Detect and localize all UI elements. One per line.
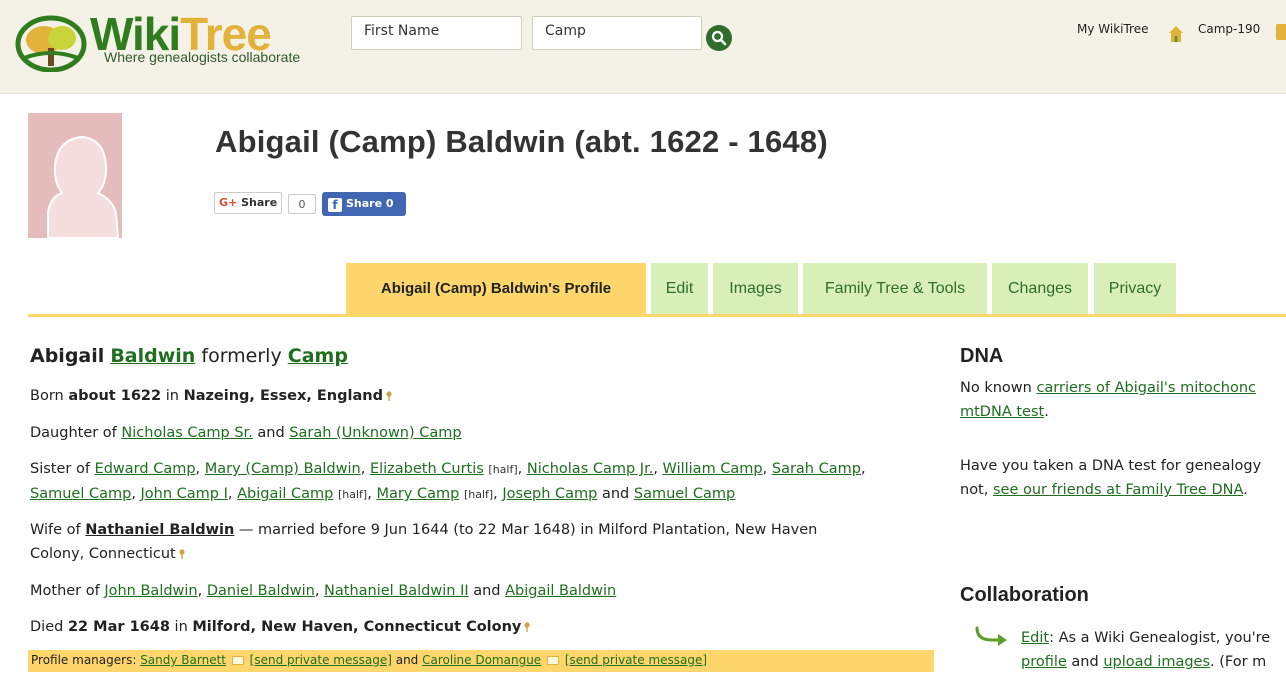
map-pin-icon[interactable] bbox=[386, 391, 392, 401]
half-sibling-marker: [half] bbox=[337, 488, 368, 501]
parents-fact: Daughter of Nicholas Camp Sr. and Sarah … bbox=[30, 425, 462, 441]
collab-edit-link[interactable]: Edit bbox=[1021, 630, 1049, 646]
user-id-menu[interactable]: Camp-190 bbox=[1198, 22, 1260, 36]
facebook-icon: f bbox=[328, 198, 342, 212]
tab-family-tree-tools[interactable]: Family Tree & Tools bbox=[803, 263, 987, 314]
sibling-link[interactable]: John Camp I bbox=[141, 486, 228, 502]
half-sibling-marker: [half] bbox=[463, 488, 494, 501]
tab-profile[interactable]: Abigail (Camp) Baldwin's Profile bbox=[346, 263, 646, 314]
dna-friends-text: not, see our friends at Family Tree DNA. bbox=[960, 482, 1248, 498]
person-name-heading: Abigail Baldwin formerly Camp bbox=[30, 345, 348, 367]
sibling-link[interactable]: Samuel Camp bbox=[634, 486, 735, 502]
send-private-message-link[interactable]: [send private message] bbox=[565, 653, 707, 667]
collab-edit-text: Edit: As a Wiki Genealogist, you're bbox=[1021, 630, 1271, 646]
manager-link[interactable]: Caroline Domangue bbox=[422, 653, 541, 667]
tab-edit[interactable]: Edit bbox=[651, 263, 708, 314]
sibling-link[interactable]: Nicholas Camp Jr. bbox=[527, 461, 653, 477]
sibling-link[interactable]: Edward Camp bbox=[95, 461, 196, 477]
sibling-link[interactable]: Sarah Camp bbox=[772, 461, 861, 477]
search-icon bbox=[711, 30, 727, 46]
sibling-link[interactable]: Samuel Camp bbox=[30, 486, 131, 502]
child-link[interactable]: John Baldwin bbox=[104, 583, 197, 599]
mitochondrial-carriers-link[interactable]: carriers of Abigail's mitochonc bbox=[1036, 380, 1256, 396]
home-icon[interactable] bbox=[1168, 24, 1184, 44]
wikitree-logo[interactable]: WikiTree Where genealogists collaborate bbox=[14, 8, 334, 72]
last-name-search-input[interactable]: Camp bbox=[532, 16, 702, 50]
half-sibling-marker: [half] bbox=[488, 463, 518, 476]
dna-mtdna-text: mtDNA test. bbox=[960, 404, 1049, 420]
search-button[interactable] bbox=[706, 25, 732, 51]
sibling-link[interactable]: Mary (Camp) Baldwin bbox=[205, 461, 361, 477]
my-wikitree-menu[interactable]: My WikiTree bbox=[1077, 22, 1149, 36]
map-pin-icon[interactable] bbox=[179, 549, 185, 559]
send-private-message-link[interactable]: [send private message] bbox=[250, 653, 392, 667]
tab-underline bbox=[28, 314, 1286, 317]
collab-profile-link[interactable]: profile bbox=[1021, 654, 1067, 670]
map-pin-icon[interactable] bbox=[524, 622, 530, 632]
marriage-fact: Wife of Nathaniel Baldwin — married befo… bbox=[30, 522, 818, 562]
user-icon[interactable] bbox=[1276, 24, 1286, 40]
google-plus-icon: G+ bbox=[219, 196, 238, 209]
dna-heading: DNA bbox=[960, 345, 1004, 367]
logo-tagline: Where genealogists collaborate bbox=[104, 49, 301, 65]
curved-arrow-icon bbox=[975, 626, 1007, 646]
sibling-link[interactable]: Mary Camp bbox=[376, 486, 459, 502]
first-name-search-input[interactable]: First Name bbox=[351, 16, 522, 50]
silhouette-icon bbox=[28, 113, 122, 238]
upload-images-link[interactable]: upload images bbox=[1103, 654, 1210, 670]
collab-upload-text: profile and upload images. (For m bbox=[1021, 654, 1267, 670]
mail-icon[interactable] bbox=[231, 656, 244, 665]
sibling-link[interactable]: Joseph Camp bbox=[502, 486, 597, 502]
profile-managers-bar: Profile managers: Sandy Barnett [send pr… bbox=[28, 650, 934, 672]
mother-link[interactable]: Sarah (Unknown) Camp bbox=[289, 425, 461, 441]
site-header: WikiTree Where genealogists collaborate … bbox=[0, 0, 1286, 94]
maiden-name-link[interactable]: Camp bbox=[288, 345, 348, 367]
tree-logo-icon bbox=[15, 15, 87, 72]
siblings-fact: Sister of Edward Camp, Mary (Camp) Baldw… bbox=[30, 461, 866, 502]
death-fact: Died 22 Mar 1648 in Milford, New Haven, … bbox=[30, 615, 910, 639]
tab-images[interactable]: Images bbox=[713, 263, 798, 314]
profile-photo-placeholder[interactable] bbox=[28, 113, 122, 238]
google-plus-share-count: 0 bbox=[288, 194, 316, 214]
facebook-share-button[interactable]: f Share 0 bbox=[322, 192, 406, 216]
manager-link[interactable]: Sandy Barnett bbox=[140, 653, 226, 667]
birth-fact: Born about 1622 in Nazeing, Essex, Engla… bbox=[30, 384, 910, 408]
child-link[interactable]: Abigail Baldwin bbox=[505, 583, 616, 599]
children-fact: Mother of John Baldwin, Daniel Baldwin, … bbox=[30, 583, 617, 599]
surname-link[interactable]: Baldwin bbox=[110, 345, 195, 367]
collaboration-heading: Collaboration bbox=[960, 584, 1089, 606]
sibling-link[interactable]: William Camp bbox=[663, 461, 763, 477]
father-link[interactable]: Nicholas Camp Sr. bbox=[121, 425, 252, 441]
tab-changes[interactable]: Changes bbox=[992, 263, 1088, 314]
child-link[interactable]: Daniel Baldwin bbox=[207, 583, 315, 599]
dna-question-text: Have you taken a DNA test for genealogy bbox=[960, 458, 1262, 474]
google-plus-share-button[interactable]: G+ Share bbox=[214, 192, 282, 214]
husband-link[interactable]: Nathaniel Baldwin bbox=[85, 522, 234, 538]
dna-carriers-text: No known carriers of Abigail's mitochonc bbox=[960, 380, 1256, 396]
mail-icon[interactable] bbox=[547, 656, 560, 665]
sibling-link[interactable]: Abigail Camp bbox=[237, 486, 333, 502]
page-title: Abigail (Camp) Baldwin (abt. 1622 - 1648… bbox=[215, 124, 828, 159]
tab-privacy[interactable]: Privacy bbox=[1094, 263, 1176, 314]
family-tree-dna-link[interactable]: see our friends at Family Tree DNA bbox=[993, 482, 1243, 498]
child-link[interactable]: Nathaniel Baldwin II bbox=[324, 583, 469, 599]
mtdna-test-link[interactable]: mtDNA test bbox=[960, 404, 1044, 420]
sibling-link[interactable]: Elizabeth Curtis bbox=[370, 461, 484, 477]
